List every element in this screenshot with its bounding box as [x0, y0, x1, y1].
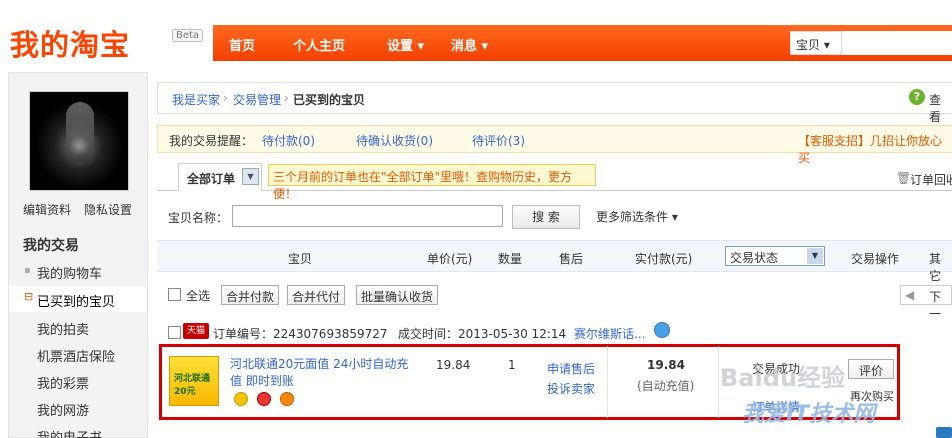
nav-messages[interactable]: 消息 ▾	[451, 35, 488, 54]
sidebar-item-cart[interactable]: 我的购物车	[37, 263, 102, 282]
complain-seller-link[interactable]: 投诉卖家	[547, 380, 595, 397]
merge-agent-pay-button[interactable]: 合并代付	[287, 285, 346, 305]
breadcrumb-separator: ›	[223, 91, 228, 105]
batch-confirm-button[interactable]: 批量确认收货	[356, 285, 439, 305]
next-page-button[interactable]: 下一	[929, 288, 951, 322]
tab-all-orders-label: 全部订单	[187, 172, 236, 186]
trade-status-label: 交易状态	[730, 251, 779, 265]
col-after-sale: 售后	[559, 252, 584, 266]
col-other: 其它	[929, 252, 942, 283]
breadcrumb: 我是买家 › 交易管理 › 已买到的宝贝 ? 查看	[157, 82, 952, 124]
privacy-settings-link[interactable]: 隐私设置	[84, 201, 132, 218]
nav-home[interactable]: 首页	[229, 35, 255, 54]
reminder-label: 我的交易提醒：	[169, 134, 254, 148]
search-button[interactable]: 搜 索	[512, 205, 580, 229]
sidebar-item-lottery[interactable]: 我的彩票	[37, 373, 89, 392]
pager: ◀ 下一	[900, 285, 952, 321]
merge-pay-button[interactable]: 合并付款	[221, 285, 280, 305]
help-icon[interactable]: ?	[909, 89, 925, 105]
share-icon[interactable]	[936, 427, 952, 438]
product-image-text: 河北联通20元	[174, 374, 211, 397]
chevron-down-icon: ▼	[807, 248, 823, 264]
avatar[interactable]	[29, 91, 129, 191]
taobao-logo[interactable]: 我的淘宝	[10, 22, 130, 64]
search-input[interactable]	[842, 31, 952, 55]
order-number: 订单编号：224307693859727	[213, 327, 388, 341]
wangwang-chat-icon[interactable]	[654, 322, 670, 338]
select-all-checkbox[interactable]	[168, 288, 181, 301]
authentic-badge-icon[interactable]	[257, 392, 271, 406]
sidebar-item-travel[interactable]: 机票酒店保险	[37, 346, 115, 365]
review-button[interactable]: 评价	[848, 359, 894, 379]
pending-review-link[interactable]: 待评价(3)	[472, 132, 525, 149]
item-name-input[interactable]	[232, 205, 503, 227]
item-name-label: 宝贝名称：	[168, 211, 229, 225]
breadcrumb-trade-management[interactable]: 交易管理	[233, 91, 281, 108]
sidebar-section-title: 我的交易	[23, 238, 79, 254]
tmall-badge: 天猫	[183, 323, 209, 339]
apply-after-sale-link[interactable]: 申请售后	[547, 360, 595, 377]
chevron-down-icon[interactable]: ▼	[242, 168, 259, 185]
sidebar-item-ebooks[interactable]: 我的电子书	[37, 427, 102, 438]
help-link[interactable]: 查看	[929, 91, 952, 125]
old-orders-tip: 三个月前的订单也在"全部订单"里哦！查购物历史，更方便！	[268, 164, 596, 201]
paid-amount: 19.84	[647, 358, 685, 372]
col-unit-price: 单价(元)	[427, 252, 473, 266]
edit-profile-link[interactable]: 编辑资料	[23, 201, 71, 218]
nav-personal-home[interactable]: 个人主页	[293, 35, 345, 54]
breadcrumb-separator: ›	[284, 91, 289, 105]
nav-settings[interactable]: 设置 ▾	[387, 35, 424, 54]
sidebar-item-auction[interactable]: 我的拍卖	[37, 319, 89, 338]
unit-price: 19.84	[436, 358, 471, 372]
guarantee-badge-icon[interactable]	[280, 392, 294, 406]
more-filters-link[interactable]: 更多筛选条件 ▾	[596, 208, 678, 225]
col-item: 宝贝	[288, 252, 313, 266]
bullet-icon: ▪	[24, 265, 31, 276]
collapse-icon[interactable]: ⊟	[24, 290, 33, 303]
sidebar-item-games[interactable]: 我的网游	[37, 400, 89, 419]
beta-badge: Beta	[172, 29, 204, 42]
baidu-watermark: Baidu经验	[720, 364, 845, 392]
trade-reminder-bar: 我的交易提醒： 待付款(0) 待确认收货(0) 待评价(3) 【客服支招】几招让…	[157, 125, 952, 165]
breadcrumb-buyer[interactable]: 我是买家	[172, 91, 220, 108]
deal-time: 成交时间：2013-05-30 12:14	[398, 327, 567, 341]
customer-service-tips-link[interactable]: 【客服支招】几招让你放心买	[798, 132, 952, 166]
pending-confirm-link[interactable]: 待确认收货(0)	[356, 132, 433, 149]
order-recycle-link[interactable]: 订单回收	[910, 171, 952, 188]
prev-page-icon[interactable]: ◀	[905, 288, 914, 302]
paid-note: (自动充值)	[637, 379, 695, 393]
select-all-label: 全选	[186, 289, 211, 303]
quantity: 1	[508, 358, 516, 372]
column-divider	[718, 346, 719, 418]
search-type-select[interactable]: 宝贝 ▾	[790, 31, 842, 55]
pending-payment-link[interactable]: 待付款(0)	[262, 132, 315, 149]
col-paid: 实付款(元)	[635, 252, 693, 266]
col-operation: 交易操作	[851, 252, 900, 266]
trade-status-select[interactable]: 交易状态 ▼	[725, 246, 825, 266]
sidebar-item-bought[interactable]: 已买到的宝贝	[37, 291, 115, 310]
product-title-link[interactable]: 河北联通20元面值 24小时自动充值 即时到账	[230, 356, 413, 390]
trash-icon[interactable]: 🗑	[896, 171, 911, 185]
col-quantity: 数量	[498, 252, 523, 266]
service-badge-icon[interactable]	[234, 392, 248, 406]
order-table-header: 宝贝 单价(元) 数量 售后 实付款(元) 交易操作 其它	[157, 240, 952, 283]
order-checkbox[interactable]	[168, 326, 181, 339]
product-image[interactable]: 河北联通20元	[169, 356, 219, 406]
column-divider	[607, 346, 608, 418]
seller-link[interactable]: 赛尔维斯话...	[574, 325, 645, 342]
breadcrumb-current: 已买到的宝贝	[293, 93, 366, 107]
site-watermark: 我爱IT技术网	[742, 402, 876, 427]
